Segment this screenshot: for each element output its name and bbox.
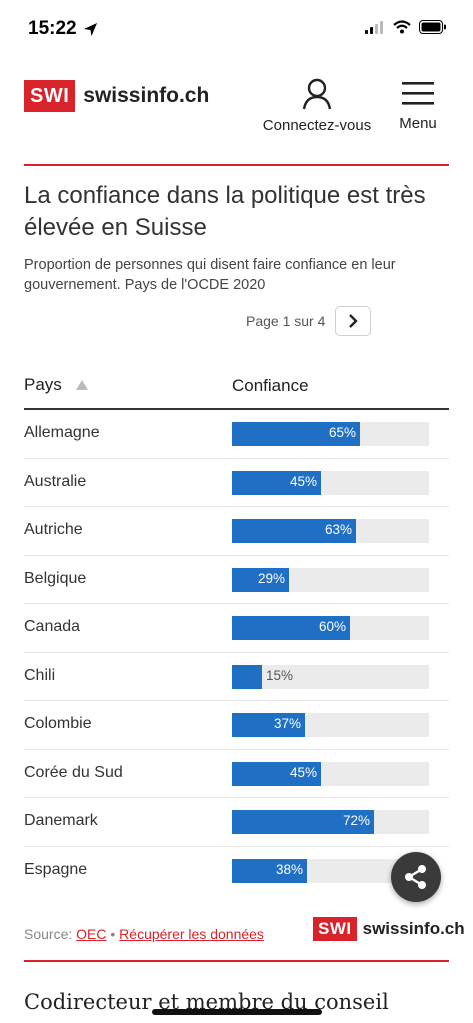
bar-track: 45% — [232, 470, 429, 495]
country-name: Espagne — [24, 860, 88, 878]
status-icons — [365, 20, 447, 34]
source-link[interactable]: OEC — [76, 926, 106, 942]
country-name: Chili — [24, 666, 56, 684]
source-line: Source: OEC • Récupérer les données — [24, 926, 264, 942]
table-row: Chili 15% — [24, 653, 449, 701]
bar-track: 60% — [232, 616, 429, 640]
bar-value-label: 60% — [318, 619, 346, 634]
page-indicator: Page 1 sur 4 — [246, 313, 326, 329]
divider-top — [24, 164, 449, 166]
country-name: Danemark — [24, 812, 98, 829]
table-row: Belgique 29% — [24, 556, 449, 604]
footer-logo-text: swissinfo.ch — [362, 919, 465, 938]
table-row: Corée du Sud 45% — [24, 750, 449, 798]
sort-by-country[interactable]: Pays — [24, 375, 88, 395]
source-prefix: Source: — [24, 926, 77, 942]
bar-value-label: 45% — [289, 473, 317, 489]
bar-value-label: 29% — [257, 570, 285, 586]
chart-title: La confiance dans la politique est très … — [24, 182, 426, 241]
menu-button[interactable]: Menu — [395, 78, 441, 132]
status-time: 15:22 — [28, 18, 77, 39]
bar-track: 15% — [232, 664, 429, 689]
country-name: Canada — [24, 618, 81, 635]
user-icon — [302, 78, 332, 110]
table-row: Danemark 72% — [24, 798, 449, 847]
country-name: Allemagne — [24, 424, 100, 441]
status-bar: 15:22 — [0, 0, 473, 60]
country-name: Belgique — [24, 569, 87, 587]
column-header-confidence[interactable]: Confiance — [232, 376, 309, 396]
table-row: Espagne 38% — [24, 847, 449, 896]
bar-track: 37% — [232, 713, 429, 737]
bar-track: 29% — [232, 567, 429, 592]
logo-text: swissinfo.ch — [83, 84, 210, 107]
next-page-button[interactable] — [335, 306, 372, 336]
footer-logo-badge: SWI — [313, 917, 357, 941]
chart-subtitle: Proportion de personnes qui disent faire… — [24, 257, 396, 293]
location-arrow-icon — [83, 22, 97, 36]
pagination: Page 1 sur 4 — [246, 306, 372, 336]
bar-track: 63% — [232, 519, 429, 543]
bar-value-label: 37% — [273, 716, 301, 731]
chevron-right-icon — [349, 314, 359, 328]
table-body: Allemagne 65% Australie 45% Autriche 63% Belgi… — [24, 410, 449, 895]
bar — [232, 664, 262, 689]
table-row: Autriche 63% — [24, 507, 449, 556]
bar-value-label: 72% — [342, 813, 370, 828]
country-name: Colombie — [24, 715, 92, 732]
bar-value-label: 38% — [275, 861, 303, 877]
table-row: Colombie 37% — [24, 701, 449, 750]
share-button[interactable] — [391, 852, 441, 902]
menu-label: Menu — [399, 115, 437, 132]
bar-value-label: 15% — [266, 667, 294, 683]
column-header-country: Pays — [24, 375, 62, 394]
share-icon — [405, 865, 426, 889]
table-row: Canada 60% — [24, 604, 449, 653]
site-header: SWI swissinfo.ch Connectez-vous Menu — [0, 70, 473, 135]
site-logo[interactable]: SWI swissinfo.ch — [24, 80, 209, 112]
bar-track: 72% — [232, 810, 429, 834]
hamburger-icon — [402, 82, 434, 105]
country-name: Corée du Sud — [24, 763, 123, 781]
login-label: Connectez-vous — [262, 117, 372, 134]
login-button[interactable]: Connectez-vous — [256, 78, 378, 134]
status-time-group: 15:22 — [28, 18, 98, 40]
footer-logo[interactable]: SWI swissinfo.ch — [313, 917, 465, 941]
table-row: Allemagne 65% — [24, 410, 449, 459]
bar-track: 45% — [232, 761, 429, 786]
bar-value-label: 63% — [324, 522, 352, 537]
bar-value-label: 65% — [328, 425, 356, 440]
country-name: Autriche — [24, 521, 83, 538]
sort-ascending-icon — [75, 380, 88, 390]
divider-bottom — [24, 960, 449, 962]
source-separator: • — [106, 926, 120, 942]
battery-icon — [419, 20, 446, 34]
table-row: Australie 45% — [24, 459, 449, 507]
country-name: Australie — [24, 472, 87, 490]
signal-icon — [365, 20, 383, 34]
logo-badge: SWI — [24, 80, 76, 112]
table-header: Pays Confiance — [24, 370, 449, 410]
download-data-link[interactable]: Récupérer les données — [119, 926, 264, 942]
wifi-icon — [393, 20, 411, 34]
home-indicator — [152, 1009, 322, 1015]
bar-value-label: 45% — [289, 764, 317, 780]
bar-track: 65% — [232, 422, 429, 446]
